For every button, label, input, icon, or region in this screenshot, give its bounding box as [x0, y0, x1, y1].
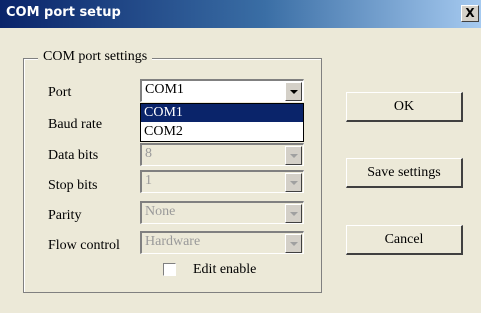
chevron-down-icon — [285, 234, 302, 253]
chevron-down-icon — [285, 146, 302, 165]
edit-enable-label[interactable]: Edit enable — [193, 262, 256, 278]
parity-select: None — [140, 201, 304, 224]
chevron-down-icon[interactable] — [285, 82, 302, 101]
group-legend: COM port settings — [38, 49, 153, 65]
flow-control-label: Flow control — [48, 238, 120, 253]
close-button[interactable]: X — [461, 5, 479, 22]
data-bits-value: 8 — [145, 146, 152, 161]
dialog-window: COM port setup X COM port settings Port … — [0, 0, 481, 313]
chevron-down-icon — [285, 173, 302, 192]
port-dropdown-list: COM1 COM2 — [140, 103, 304, 142]
title-bar[interactable]: COM port setup X — [0, 0, 481, 28]
stop-bits-value: 1 — [145, 173, 152, 188]
flow-control-value: Hardware — [145, 234, 201, 249]
save-settings-button[interactable]: Save settings — [346, 158, 463, 188]
ok-button[interactable]: OK — [346, 92, 463, 122]
data-bits-select: 8 — [140, 143, 304, 166]
port-label: Port — [48, 85, 72, 100]
port-option-com1[interactable]: COM1 — [141, 104, 303, 122]
stop-bits-label: Stop bits — [48, 178, 98, 193]
dialog-title: COM port setup — [6, 5, 121, 20]
parity-value: None — [145, 204, 176, 219]
port-select[interactable]: COM1 — [140, 79, 304, 102]
chevron-down-icon — [285, 204, 302, 223]
edit-enable-checkbox[interactable] — [163, 263, 176, 276]
parity-label: Parity — [48, 208, 82, 223]
flow-control-select: Hardware — [140, 231, 304, 254]
cancel-button[interactable]: Cancel — [346, 225, 463, 255]
port-option-com2[interactable]: COM2 — [141, 123, 303, 141]
stop-bits-select: 1 — [140, 170, 304, 193]
port-value: COM1 — [145, 82, 184, 97]
data-bits-label: Data bits — [48, 148, 99, 163]
baud-rate-label: Baud rate — [48, 117, 103, 132]
